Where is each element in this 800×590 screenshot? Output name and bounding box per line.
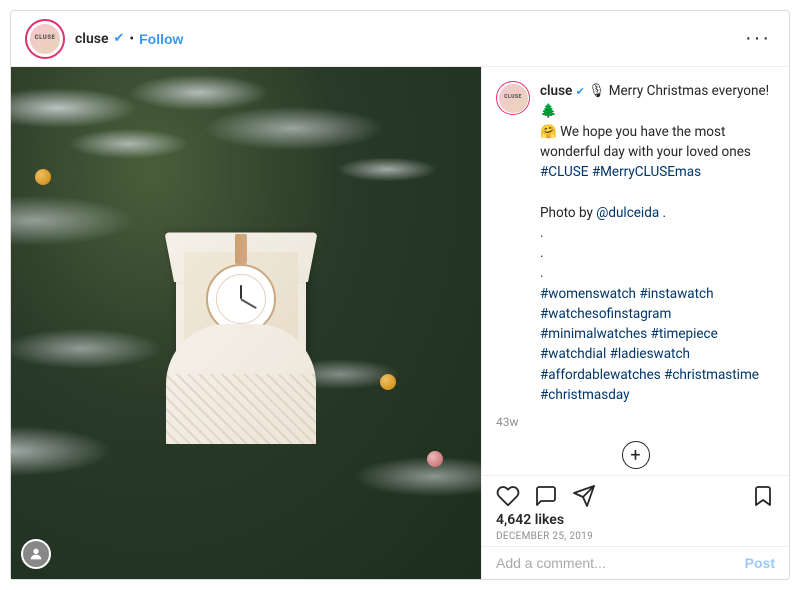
watch-scene [146, 224, 346, 444]
mention-dulceida[interactable]: @dulceida [596, 205, 659, 221]
more-options-button[interactable]: ··· [741, 27, 775, 50]
caption-avatar-inner: CLUSE [499, 84, 528, 113]
caption-verified-icon: ✔ [576, 85, 585, 98]
watch-hour-hand [240, 285, 242, 299]
caption-header: CLUSE cluse ✔ 🎙 Merry Christmas everyone… [496, 81, 775, 405]
post-image [11, 67, 481, 579]
user-avatar-corner[interactable] [21, 539, 51, 569]
share-icon [572, 484, 596, 508]
comment-icon [534, 484, 558, 508]
follow-button[interactable]: Follow [139, 31, 183, 47]
like-button[interactable] [496, 484, 520, 508]
hashtag-merrycluse[interactable]: #MerryCLUSEmas [592, 164, 701, 180]
share-button[interactable] [572, 484, 596, 508]
caption-timestamp: 43w [496, 415, 775, 429]
bookmark-icon [751, 484, 775, 508]
caption-text: cluse ✔ 🎙 Merry Christmas everyone! 🌲🤗 W… [540, 81, 775, 405]
caption-avatar[interactable]: CLUSE [496, 81, 530, 115]
sleeve-pattern [166, 374, 316, 444]
comment-input-field[interactable] [496, 555, 745, 571]
user-icon [28, 546, 44, 562]
bookmark-button[interactable] [751, 484, 775, 508]
caption-area: CLUSE cluse ✔ 🎙 Merry Christmas everyone… [482, 67, 789, 435]
verified-icon: ✔ [113, 31, 124, 46]
post-actions: 4,642 likes December 25, 2019 [482, 475, 789, 546]
profile-avatar[interactable]: CLUSE [25, 19, 65, 59]
hashtag-cluse[interactable]: #CLUSE [540, 164, 588, 180]
dot-separator: • [129, 31, 134, 47]
comment-input-row: Post [482, 546, 789, 579]
add-comment-icon-area: + [482, 441, 789, 469]
watch-minute-hand [241, 298, 257, 308]
post-comment-button[interactable]: Post [745, 555, 775, 571]
post-body: CLUSE cluse ✔ 🎙 Merry Christmas everyone… [11, 67, 789, 579]
add-comment-circle-button[interactable]: + [622, 441, 650, 469]
likes-count: 4,642 likes [496, 512, 775, 528]
post-right-panel: CLUSE cluse ✔ 🎙 Merry Christmas everyone… [481, 67, 789, 579]
caption-body: 🎙 Merry Christmas everyone! 🌲🤗 We hope y… [540, 83, 769, 403]
action-buttons-row [496, 484, 775, 508]
image-background [11, 67, 481, 579]
watch-band-top [235, 234, 247, 264]
caption-username[interactable]: cluse [540, 83, 572, 99]
hashtags-block[interactable]: #womenswatch #instawatch #watchesofinsta… [540, 286, 759, 403]
post-date: December 25, 2019 [496, 531, 775, 542]
instagram-post: CLUSE cluse ✔ • Follow ··· [10, 10, 790, 580]
post-header: CLUSE cluse ✔ • Follow ··· [11, 11, 789, 67]
watch-dial [216, 274, 266, 324]
header-username[interactable]: cluse [75, 31, 108, 47]
header-top: cluse ✔ • Follow [75, 31, 741, 47]
ornament-3 [35, 169, 51, 185]
heart-icon [496, 484, 520, 508]
hand-sleeve [166, 324, 316, 444]
header-info: cluse ✔ • Follow [75, 31, 741, 47]
comment-button[interactable] [534, 484, 558, 508]
